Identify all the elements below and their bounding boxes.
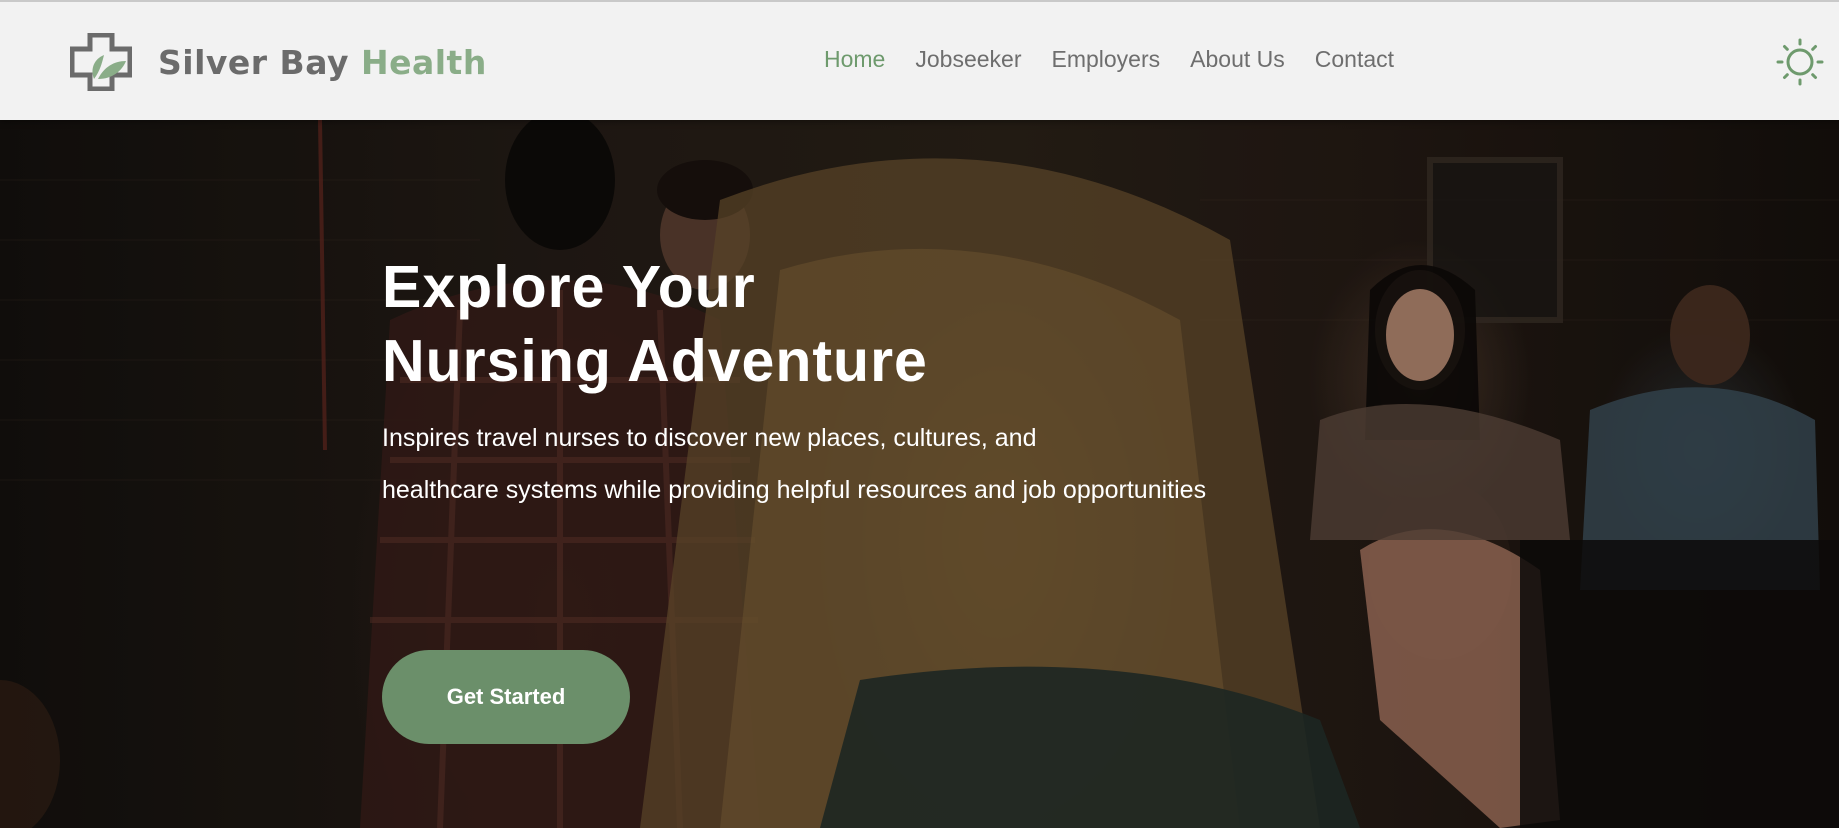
brand-logo[interactable]: Silver Bay Health (70, 32, 487, 92)
hero-title-line-1: Explore Your (382, 254, 756, 320)
site-header: Silver Bay Health Home Jobseeker Employe… (0, 0, 1839, 120)
medical-cross-leaf-icon (70, 33, 132, 91)
hero-subtitle: Inspires travel nurses to discover new p… (382, 412, 1282, 516)
nav-link-contact[interactable]: Contact (1315, 46, 1394, 73)
sun-icon (1776, 38, 1824, 86)
theme-toggle-button[interactable] (1776, 38, 1824, 86)
nav-link-home[interactable]: Home (824, 46, 885, 73)
hero-title-line-2: Nursing Adventure (382, 328, 928, 394)
brand-name-part1: Silver Bay (158, 42, 349, 82)
nav-link-about-us[interactable]: About Us (1190, 46, 1285, 73)
nav-link-jobseeker[interactable]: Jobseeker (915, 46, 1021, 73)
get-started-button[interactable]: Get Started (382, 650, 630, 744)
hero-content: Explore Your Nursing Adventure Inspires … (382, 250, 1282, 516)
brand-name-part2: Health (360, 42, 487, 82)
brand-name: Silver Bay Health (158, 43, 487, 82)
nav-link-employers[interactable]: Employers (1051, 46, 1160, 73)
main-nav: Home Jobseeker Employers About Us Contac… (824, 46, 1394, 73)
hero-title: Explore Your Nursing Adventure (382, 250, 1282, 398)
hero-subtitle-line-1: Inspires travel nurses to discover new p… (382, 424, 1037, 452)
hero-subtitle-line-2: healthcare systems while providing helpf… (382, 476, 1207, 504)
